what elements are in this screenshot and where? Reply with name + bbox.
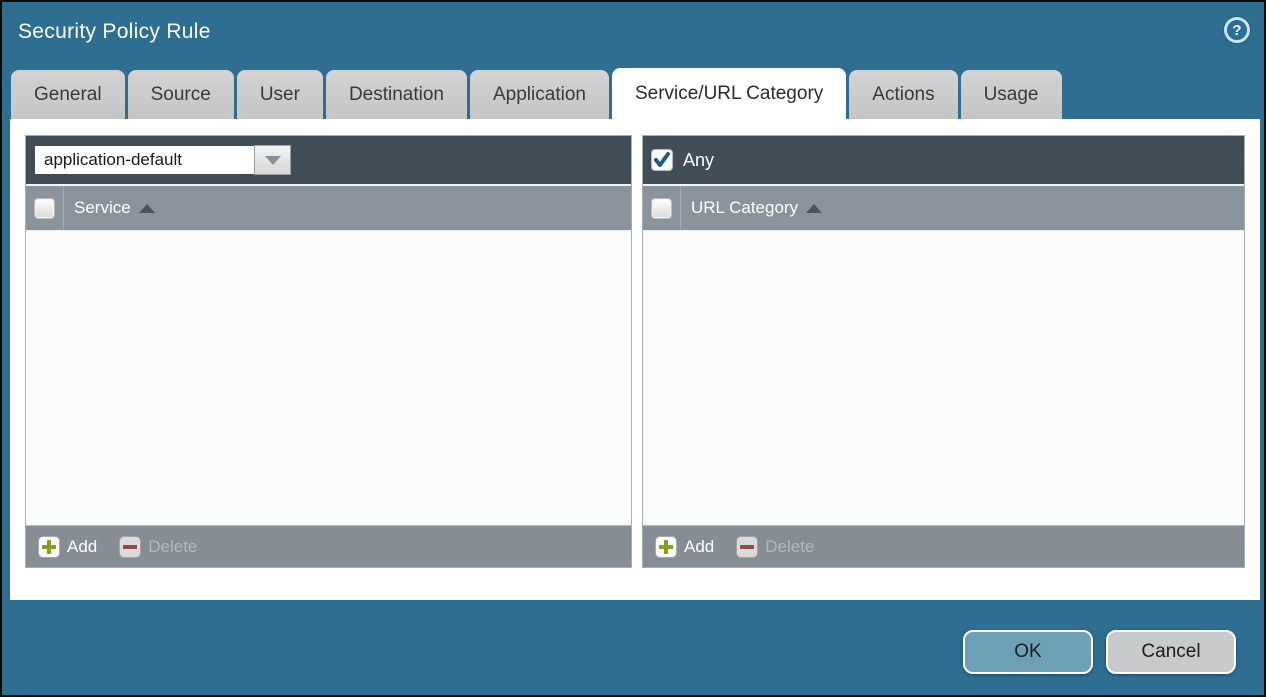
minus-icon <box>736 536 758 558</box>
plus-icon <box>38 536 60 558</box>
tab-destination[interactable]: Destination <box>326 70 467 119</box>
tab-service-url-category[interactable]: Service/URL Category <box>612 68 846 119</box>
url-category-delete-button[interactable]: Delete <box>736 536 814 558</box>
url-category-add-label: Add <box>684 537 714 557</box>
service-list[interactable] <box>26 230 631 525</box>
cancel-button[interactable]: Cancel <box>1106 630 1236 674</box>
tab-actions[interactable]: Actions <box>849 70 957 119</box>
tab-application[interactable]: Application <box>470 70 609 119</box>
service-panel: Service Add Delete <box>25 135 632 568</box>
service-add-button[interactable]: Add <box>38 536 97 558</box>
ok-button[interactable]: OK <box>963 630 1093 674</box>
tab-user[interactable]: User <box>237 70 323 119</box>
service-select-all-checkbox[interactable] <box>34 198 55 219</box>
service-type-dropdown-button[interactable] <box>254 145 291 175</box>
sort-ascending-icon <box>139 204 155 213</box>
url-category-select-all-checkbox[interactable] <box>651 198 672 219</box>
service-column-header[interactable]: Service <box>74 198 155 218</box>
url-category-list[interactable] <box>643 230 1244 525</box>
url-category-delete-label: Delete <box>765 537 814 557</box>
url-category-column-label: URL Category <box>691 198 798 218</box>
plus-icon <box>655 536 677 558</box>
service-panel-header <box>26 136 631 184</box>
tab-content: Service Add Delete <box>10 119 1260 600</box>
url-category-column-header-row: URL Category <box>643 184 1244 230</box>
service-column-label: Service <box>74 198 131 218</box>
dialog-title: Security Policy Rule <box>18 20 211 44</box>
chevron-down-icon <box>265 156 281 165</box>
url-category-add-button[interactable]: Add <box>655 536 714 558</box>
tab-bar: General Source User Destination Applicat… <box>11 68 1062 119</box>
any-label: Any <box>683 150 714 171</box>
tab-general[interactable]: General <box>11 70 125 119</box>
url-category-panel: Any URL Category Add <box>642 135 1245 568</box>
url-category-column-header[interactable]: URL Category <box>691 198 822 218</box>
tab-usage[interactable]: Usage <box>961 70 1062 119</box>
service-add-label: Add <box>67 537 97 557</box>
service-delete-button[interactable]: Delete <box>119 536 197 558</box>
help-icon[interactable]: ? <box>1224 17 1250 43</box>
url-category-panel-header: Any <box>643 136 1244 184</box>
sort-ascending-icon <box>806 204 822 213</box>
dialog-titlebar: Security Policy Rule ? <box>2 2 1264 68</box>
url-category-panel-footer: Add Delete <box>643 525 1244 567</box>
service-type-input[interactable] <box>34 145 254 175</box>
url-category-select-all-cell <box>643 186 681 230</box>
tab-source[interactable]: Source <box>128 70 234 119</box>
minus-icon <box>119 536 141 558</box>
service-column-header-row: Service <box>26 184 631 230</box>
security-policy-rule-dialog: { "dialog": { "title": "Security Policy … <box>0 0 1266 697</box>
service-select-all-cell <box>26 186 64 230</box>
service-panel-footer: Add Delete <box>26 525 631 567</box>
service-delete-label: Delete <box>148 537 197 557</box>
service-type-combo <box>34 145 291 175</box>
check-icon <box>653 151 671 169</box>
dialog-actions: OK Cancel <box>963 630 1236 674</box>
any-checkbox[interactable] <box>651 149 673 171</box>
